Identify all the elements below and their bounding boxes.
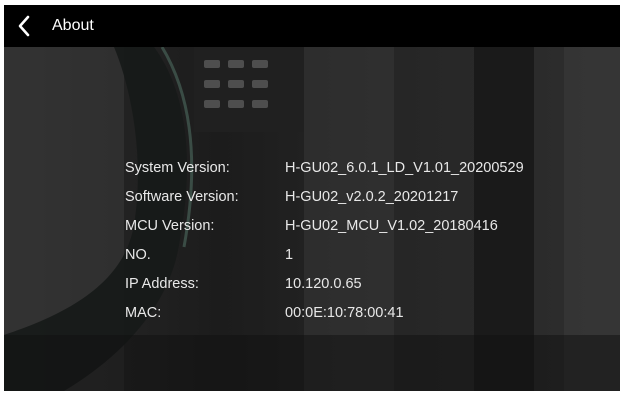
about-screen: About System Version: H-GU02_6.0.1_LD_V1… bbox=[4, 5, 620, 391]
back-button[interactable] bbox=[4, 5, 44, 47]
info-label: MAC: bbox=[125, 304, 162, 321]
back-arrow-icon bbox=[18, 15, 30, 37]
info-value: 00:0E:10:78:00:41 bbox=[285, 304, 404, 321]
info-row-number: NO. 1 bbox=[125, 240, 524, 269]
info-label: System Version: bbox=[125, 159, 230, 176]
info-label: Software Version: bbox=[125, 188, 239, 205]
info-label: NO. bbox=[125, 246, 151, 263]
info-label: IP Address: bbox=[125, 275, 199, 292]
info-value: H-GU02_MCU_V1.02_20180416 bbox=[285, 217, 498, 234]
info-value: H-GU02_v2.0.2_20201217 bbox=[285, 188, 459, 205]
info-label: MCU Version: bbox=[125, 217, 215, 234]
info-value: 10.120.0.65 bbox=[285, 275, 362, 292]
info-row-software-version: Software Version: H-GU02_v2.0.2_20201217 bbox=[125, 182, 524, 211]
top-bar: About bbox=[4, 5, 620, 47]
device-info-list: System Version: H-GU02_6.0.1_LD_V1.01_20… bbox=[125, 153, 524, 327]
info-row-mac: MAC: 00:0E:10:78:00:41 bbox=[125, 298, 524, 327]
info-row-mcu-version: MCU Version: H-GU02_MCU_V1.02_20180416 bbox=[125, 211, 524, 240]
info-value: 1 bbox=[285, 246, 294, 263]
page-title: About bbox=[52, 17, 94, 34]
info-row-system-version: System Version: H-GU02_6.0.1_LD_V1.01_20… bbox=[125, 153, 524, 182]
info-row-ip-address: IP Address: 10.120.0.65 bbox=[125, 269, 524, 298]
info-value: H-GU02_6.0.1_LD_V1.01_20200529 bbox=[285, 159, 524, 176]
